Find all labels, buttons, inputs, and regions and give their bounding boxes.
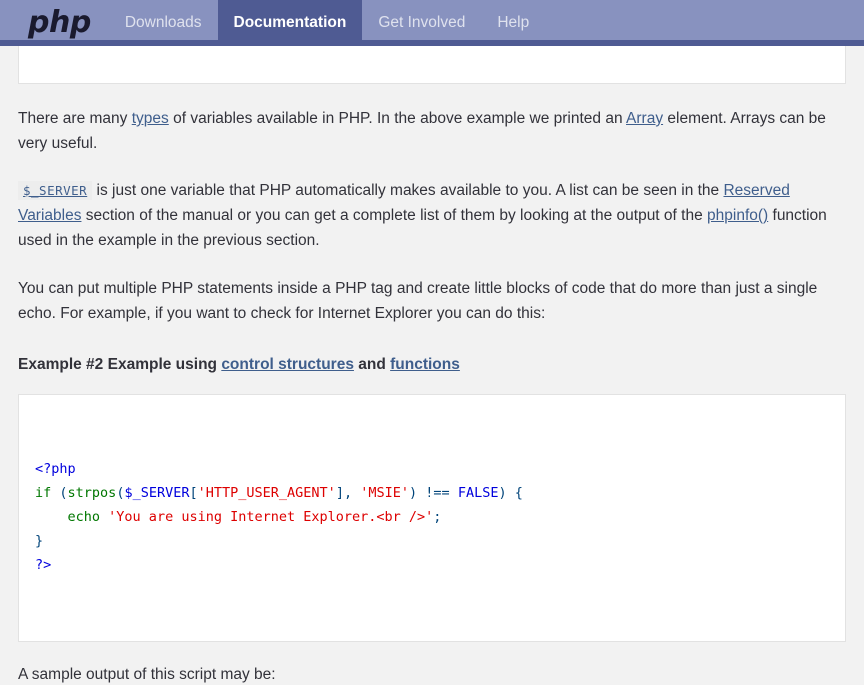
code-token: ; [433, 508, 442, 525]
paragraph-variable-types: There are many types of variables availa… [18, 106, 846, 156]
link-control-structures[interactable]: control structures [221, 356, 354, 373]
nav-item-get-involved[interactable]: Get Involved [362, 0, 481, 46]
paragraph-server-part1: is just one variable that PHP automatica… [92, 182, 724, 200]
documentation-content: Mozilla/4.0 (compatible; MSIE 6.0; Windo… [0, 46, 864, 685]
code-line: if (strpos($_SERVER['HTTP_USER_AGENT'], … [35, 481, 829, 505]
php-code-block[interactable]: <?php if (strpos($_SERVER['HTTP_USER_AGEN… [18, 393, 846, 642]
link-server-variable[interactable]: $_SERVER [23, 183, 87, 198]
code-token: ( [59, 484, 68, 501]
nav-item-help[interactable]: Help [481, 0, 545, 46]
nav-item-documentation-label: Documentation [233, 14, 347, 31]
code-token: strpos [67, 484, 117, 501]
link-phpinfo[interactable]: phpinfo() [707, 207, 768, 224]
main-navigation-bar: php Downloads Documentation Get Involved… [0, 0, 864, 46]
code-token: ] [335, 484, 344, 501]
code-token: ?> [35, 556, 52, 573]
nav-item-downloads-label: Downloads [124, 14, 202, 31]
code-token: <?php [35, 460, 76, 477]
code-token: FALSE [457, 484, 499, 501]
paragraph-server-part2: section of the manual or you can get a c… [81, 207, 708, 225]
nav-item-help-label: Help [497, 14, 530, 31]
nav-item-get-involved-label: Get Involved [378, 14, 466, 31]
code-token: 'You are using Internet Explorer.<br />' [108, 508, 434, 525]
nav-item-downloads[interactable]: Downloads [109, 0, 218, 46]
paragraph-multiple-statements: You can put multiple PHP statements insi… [18, 279, 818, 322]
paragraph-sample-output: A sample output of this script may be: [18, 665, 276, 683]
php-logo[interactable]: php [0, 0, 109, 46]
paragraph-types-part2: of variables available in PHP. In the ab… [168, 110, 627, 127]
code-line: echo 'You are using Internet Explorer.<b… [35, 505, 829, 529]
paragraph-server-variable: $_SERVER is just one variable that PHP a… [18, 178, 846, 253]
nav-item-documentation[interactable]: Documentation [217, 0, 363, 46]
code-token: if [35, 484, 52, 501]
code-token: $_SERVER [124, 484, 190, 501]
php-code-lines: <?php if (strpos($_SERVER['HTTP_USER_AGEN… [35, 457, 829, 577]
code-token: ) [498, 484, 507, 501]
link-types[interactable]: types [132, 110, 169, 127]
nav-item-list: Downloads Documentation Get Involved Hel… [109, 0, 545, 46]
code-token: echo [67, 508, 101, 525]
code-line: ?> [35, 553, 829, 577]
code-token: { [514, 484, 523, 501]
code-token: 'MSIE' [360, 484, 409, 501]
code-token: ) [409, 484, 418, 501]
paragraph-types-part1: There are many [18, 110, 132, 127]
top-output-box: Mozilla/4.0 (compatible; MSIE 6.0; Windo… [18, 46, 846, 84]
code-line: } [35, 529, 829, 553]
example-2-heading: Example #2 Example using control structu… [18, 356, 846, 374]
example-2-heading-part1: Example #2 Example using [18, 355, 222, 373]
code-token: [ [189, 484, 198, 501]
code-line: <?php [35, 457, 829, 481]
code-token: , [343, 484, 361, 501]
example-2-heading-part2: and [353, 355, 391, 373]
code-token: 'HTTP_USER_AGENT' [197, 484, 336, 501]
inline-code-server[interactable]: $_SERVER [18, 181, 93, 201]
code-token: !== [425, 484, 450, 501]
link-array[interactable]: Array [626, 110, 663, 127]
link-functions[interactable]: functions [390, 356, 460, 373]
code-token: } [35, 532, 44, 549]
